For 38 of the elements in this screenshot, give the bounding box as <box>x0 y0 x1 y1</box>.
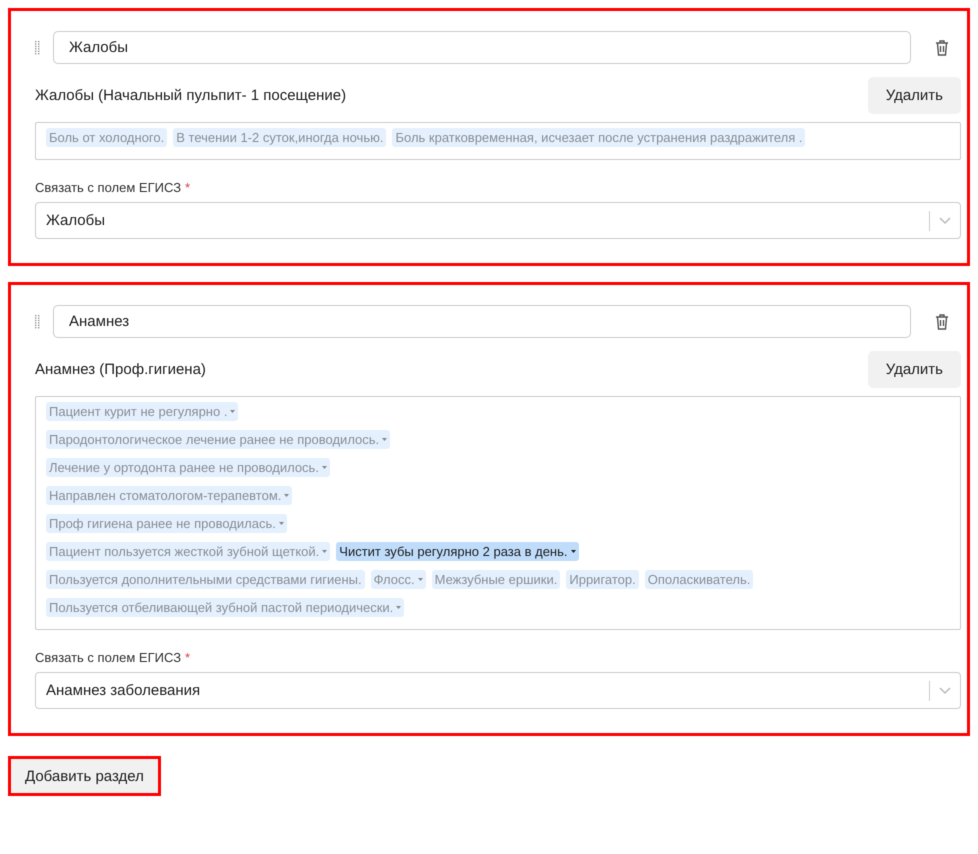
add-section-button[interactable]: Добавить раздел <box>8 756 161 796</box>
phrase-tag[interactable]: Пациент курит не регулярно . <box>46 402 238 421</box>
tags-field[interactable] <box>35 396 961 630</box>
required-mark: * <box>185 650 190 665</box>
field-label: Связать с полем ЕГИСЗ <box>35 650 182 665</box>
caret-icon[interactable] <box>570 550 576 553</box>
phrase-tag[interactable]: Направлен стоматологом-терапевтом. <box>46 486 292 505</box>
tags-field[interactable]: Боль от холодного. В течении 1-2 суток,иногда ночью. Боль кратковременная, исчезает после устранения раздражителя . <box>35 122 961 160</box>
chevron-down-icon[interactable] <box>939 216 951 224</box>
drag-handle-icon[interactable] <box>35 40 41 54</box>
phrase-tag[interactable]: Боль от холодного. <box>46 128 168 147</box>
delete-button[interactable]: Удалить <box>868 351 961 388</box>
drag-handle-icon[interactable] <box>35 314 41 328</box>
section-name-field[interactable]: Анамнез <box>53 305 911 338</box>
phrase-tag[interactable]: Боль кратковременная, исчезает после устранения раздражителя . <box>392 128 806 147</box>
trash-icon[interactable] <box>935 314 949 330</box>
phrase-tag[interactable]: Флосс. <box>370 570 426 589</box>
egisz-field-select[interactable]: Жалобы <box>35 202 961 239</box>
field-label: Связать с полем ЕГИСЗ <box>35 180 182 195</box>
template-title: Анамнез (Проф.гигиена) <box>35 361 206 378</box>
phrase-tag[interactable]: Чистит зубы регулярно 2 раза в день. <box>336 542 578 561</box>
phrase-tag[interactable]: Пользуется отбеливающей зубной пастой периодически. <box>46 598 404 617</box>
phrase-tag[interactable]: В течении 1-2 суток,иногда ночью. <box>173 128 386 147</box>
phrase-tag[interactable]: Проф гигиена ранее не проводилась. <box>46 514 287 533</box>
egisz-field-select[interactable]: Анамнез заболевания <box>35 672 961 709</box>
phrase-tag[interactable]: Пользуется дополнительными средствами гигиены. <box>46 570 365 589</box>
phrase-tag[interactable]: Ирригатор. <box>566 570 639 589</box>
delete-button[interactable]: Удалить <box>868 77 961 114</box>
template-title: Жалобы (Начальный пульпит- 1 посещение) <box>35 87 346 104</box>
phrase-tag[interactable]: Межзубные ершики. <box>432 570 560 589</box>
phrase-tag[interactable]: Пародонтологическое лечение ранее не проводилось. <box>46 430 390 449</box>
phrase-tag[interactable]: Ополаскиватель. <box>644 570 754 589</box>
phrase-tag[interactable]: Лечение у ортодонта ранее не проводилось. <box>46 458 330 477</box>
trash-icon[interactable] <box>935 40 949 56</box>
section-name-field[interactable]: Жалобы <box>53 31 911 64</box>
phrase-tag[interactable]: Пациент пользуется жесткой зубной щеткой. <box>46 542 330 561</box>
required-mark: * <box>185 180 190 195</box>
chevron-down-icon[interactable] <box>939 686 951 694</box>
